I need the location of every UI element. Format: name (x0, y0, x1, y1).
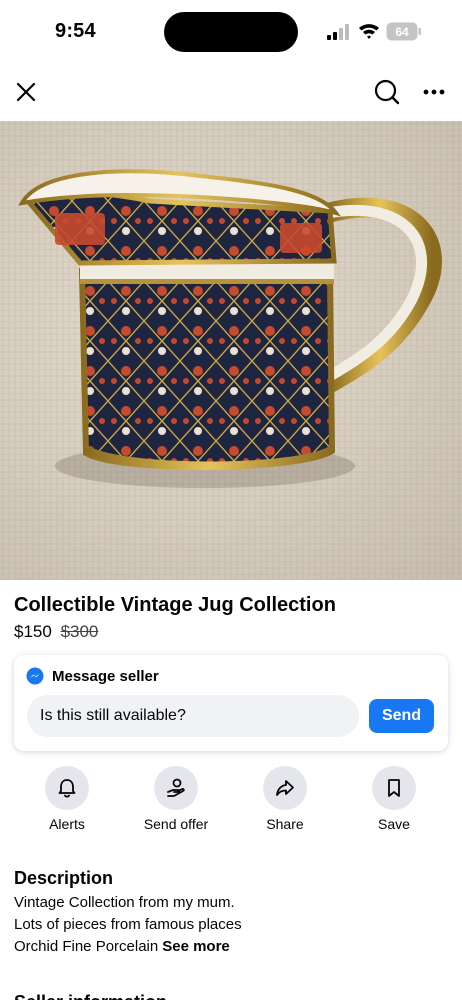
alerts-circle (45, 766, 89, 810)
top-nav (0, 68, 462, 116)
share-icon (276, 780, 294, 796)
status-bar: 9:54 64 (0, 0, 462, 62)
send-offer-label: Send offer (143, 816, 209, 832)
porcelain-jug-image (0, 121, 462, 580)
price-row: $150 $300 (14, 622, 98, 642)
send-button[interactable]: Send (369, 699, 434, 733)
description-title: Description (14, 868, 114, 888)
action-bar: Alerts Send offer Share Save (0, 766, 462, 838)
alerts-button[interactable]: Alerts (17, 766, 117, 832)
save-circle (372, 766, 416, 810)
alerts-label: Alerts (49, 816, 85, 832)
messenger-icon (26, 667, 44, 685)
more-options-button[interactable] (418, 76, 450, 108)
share-button[interactable]: Share (235, 766, 335, 832)
message-seller-card: Message seller Is this still available? … (14, 655, 448, 751)
description-line-1: Vintage Collection from my mum. (14, 894, 235, 911)
bookmark-icon (388, 779, 400, 797)
current-price: $150 (14, 622, 52, 641)
description-line-3-row: Orchid Fine Porcelain See more (14, 938, 230, 955)
cellular-signal-icon (327, 24, 349, 40)
battery-level: 64 (395, 25, 409, 39)
close-button[interactable] (10, 76, 42, 108)
save-label: Save (378, 816, 410, 832)
description-line-2: Lots of pieces from famous places (14, 916, 242, 933)
listing-title: Collectible Vintage Jug Collection (14, 594, 336, 616)
message-seller-label: Message seller (52, 667, 159, 685)
original-price: $300 (60, 622, 99, 641)
share-label: Share (266, 816, 304, 832)
seller-information-heading: Seller information (14, 992, 167, 1000)
more-dots-icon (423, 89, 445, 95)
battery-icon: 64 (386, 22, 421, 41)
search-icon (374, 79, 400, 105)
save-button[interactable]: Save (344, 766, 444, 832)
wifi-icon (359, 24, 379, 39)
dynamic-island (164, 12, 298, 52)
listing-photo[interactable] (0, 121, 462, 580)
see-more-link[interactable]: See more (162, 938, 230, 955)
share-circle (263, 766, 307, 810)
send-offer-button[interactable]: Send offer (126, 766, 226, 832)
offer-icon (167, 778, 185, 797)
message-input[interactable]: Is this still available? (27, 695, 359, 737)
search-button[interactable] (371, 76, 403, 108)
bell-icon (58, 779, 76, 798)
status-time: 9:54 (55, 20, 96, 42)
send-offer-circle (154, 766, 198, 810)
message-seller-header: Message seller (26, 667, 159, 685)
description-line-3: Orchid Fine Porcelain (14, 938, 159, 955)
close-icon (16, 82, 36, 102)
